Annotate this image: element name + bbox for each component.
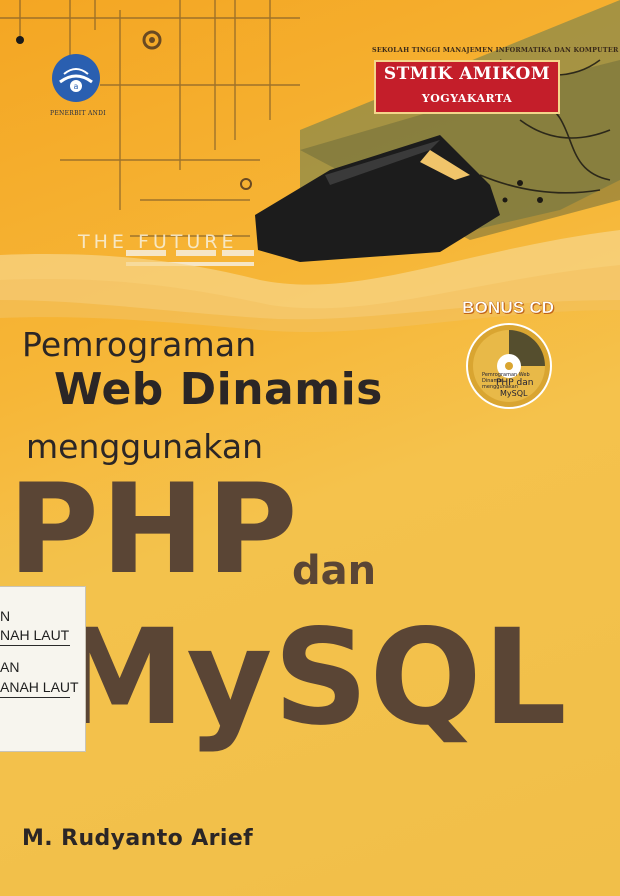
institute-city: YOGYAKARTA <box>421 92 513 105</box>
cd-title-php: PHP dan <box>496 378 534 388</box>
tagline: THE FUTURE <box>78 231 238 253</box>
library-sticker: N NAH LAUT AN ANAH LAUT <box>0 586 86 752</box>
title-line-2: Web Dinamis <box>54 364 383 415</box>
title-connector: dan <box>292 548 377 594</box>
title-php: PHP <box>8 458 300 602</box>
publisher-name: PENERBIT ANDI <box>50 110 106 117</box>
sticker-line-4: ANAH LAUT <box>0 679 79 695</box>
cd-title-mysql: MySQL <box>500 389 528 398</box>
sticker-line-1: N <box>0 608 11 624</box>
book-cover: a PENERBIT ANDI SEKOLAH TINGGI MANAJEMEN… <box>0 0 620 896</box>
sticker-line-2: NAH LAUT <box>0 627 70 643</box>
sticker-line-3: AN <box>0 659 20 675</box>
publisher-globe-icon: a <box>52 54 100 102</box>
author-name: M. Rudyanto Arief <box>22 826 254 851</box>
title-mysql: MySQL <box>54 601 568 755</box>
sticker-rule <box>0 645 70 646</box>
bonus-cd-label: BONUS CD <box>462 298 555 317</box>
svg-text:a: a <box>74 82 79 91</box>
title-line-1: Pemrograman <box>22 325 257 364</box>
institute-name: STMIK AMIKOM <box>383 64 551 84</box>
sticker-rule <box>0 697 70 698</box>
institute-line: SEKOLAH TINGGI MANAJEMEN INFORMATIKA DAN… <box>372 46 619 54</box>
